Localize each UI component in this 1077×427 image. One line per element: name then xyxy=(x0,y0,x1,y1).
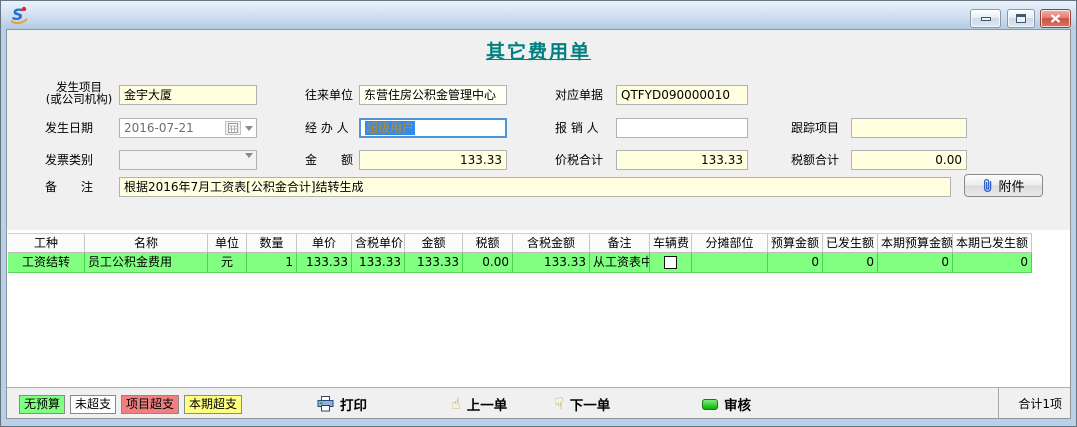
cell-vehicle-fee[interactable] xyxy=(650,253,692,272)
col-header-remark[interactable]: 备注 xyxy=(590,234,650,252)
col-header-period-incurred[interactable]: 本期已发生额 xyxy=(953,234,1032,252)
previous-document-button[interactable]: ☝ 上一单 xyxy=(451,394,507,414)
paperclip-icon xyxy=(982,178,993,193)
table-row[interactable]: 工资结转 员工公积金费用 元 1 133.33 133.33 133.33 0.… xyxy=(8,253,1032,273)
titlebar: S xyxy=(1,1,1076,29)
cell-tax[interactable]: 0.00 xyxy=(463,253,513,272)
total-with-tax-label: 价税合计 xyxy=(555,150,603,170)
print-button[interactable]: 打印 xyxy=(317,394,367,414)
attachment-button[interactable]: 附件 xyxy=(964,174,1043,197)
maximize-button[interactable] xyxy=(1007,9,1035,28)
status-legend: 无预算 未超支 项目超支 本期超支 xyxy=(19,395,242,414)
reimburser-field[interactable] xyxy=(616,118,748,138)
app-logo-icon: S xyxy=(9,5,29,25)
col-header-incurred[interactable]: 已发生额 xyxy=(823,234,878,252)
legend-not-over: 未超支 xyxy=(70,395,116,414)
cell-unit[interactable]: 元 xyxy=(208,253,247,272)
remark-field[interactable]: 根据2016年7月工资表[公积金合计]结转生成 xyxy=(119,177,951,197)
cell-name[interactable]: 员工公积金费用 xyxy=(85,253,208,272)
hand-up-icon: ☝ xyxy=(451,395,461,413)
combo-dropdown-icon[interactable] xyxy=(245,153,253,158)
col-header-budget[interactable]: 预算金额 xyxy=(768,234,823,252)
audit-button[interactable]: 审核 xyxy=(702,394,751,414)
calendar-icon[interactable] xyxy=(225,121,241,135)
footer-bar: 无预算 未超支 项目超支 本期超支 打印 ☝ 上一单 ☟ xyxy=(7,387,1070,418)
cell-job-type[interactable]: 工资结转 xyxy=(8,253,85,272)
cell-qty[interactable]: 1 xyxy=(247,253,297,272)
tax-total-label: 税额合计 xyxy=(791,150,839,170)
page-title: 其它费用单 xyxy=(7,37,1070,64)
total-count: 合计1项 xyxy=(998,388,1070,418)
table-header-row: 工种 名称 单位 数量 单价 含税单价 金额 税额 含税金额 备注 车辆费 分摊… xyxy=(8,233,1032,253)
col-header-qty[interactable]: 数量 xyxy=(247,234,297,252)
remark-label: 备 注 xyxy=(45,177,93,197)
col-header-price-with-tax[interactable]: 含税单价 xyxy=(352,234,405,252)
amount-label: 金 额 xyxy=(305,150,353,170)
date-label: 发生日期 xyxy=(45,118,93,138)
col-header-amount-with-tax[interactable]: 含税金额 xyxy=(513,234,590,252)
cell-incurred[interactable]: 0 xyxy=(823,253,878,272)
doc-no-field[interactable]: QTFYD090000010 xyxy=(616,85,748,105)
legend-period-over: 本期超支 xyxy=(184,395,242,414)
col-header-share-part[interactable]: 分摊部位 xyxy=(692,234,768,252)
invoice-type-select[interactable] xyxy=(119,150,257,170)
hand-down-icon: ☟ xyxy=(554,395,564,413)
cell-price[interactable]: 133.33 xyxy=(297,253,352,272)
printer-icon xyxy=(317,396,334,412)
minimize-icon xyxy=(981,17,991,21)
invoice-type-label: 发票类别 xyxy=(45,150,93,170)
reimburser-label: 报 销 人 xyxy=(555,118,599,138)
col-header-unit[interactable]: 单位 xyxy=(208,234,247,252)
col-header-period-budget[interactable]: 本期预算金额 xyxy=(878,234,953,252)
total-with-tax-field[interactable]: 133.33 xyxy=(616,150,748,170)
col-header-vehicle-fee[interactable]: 车辆费 xyxy=(650,234,692,252)
cell-amount[interactable]: 133.33 xyxy=(405,253,463,272)
detail-table: 工种 名称 单位 数量 单价 含税单价 金额 税额 含税金额 备注 车辆费 分摊… xyxy=(7,230,1070,387)
handler-label: 经 办 人 xyxy=(305,118,349,138)
col-header-tax[interactable]: 税额 xyxy=(463,234,513,252)
maximize-icon xyxy=(1016,14,1026,23)
project-field[interactable]: 金宇大厦 xyxy=(119,85,257,105)
selected-text: 超级用户 xyxy=(365,121,415,135)
handler-field[interactable]: 超级用户 xyxy=(359,118,507,138)
amount-field[interactable]: 133.33 xyxy=(359,150,507,170)
legend-project-over: 项目超支 xyxy=(121,395,179,414)
cell-amount-with-tax[interactable]: 133.33 xyxy=(513,253,590,272)
tracking-field[interactable] xyxy=(851,118,967,138)
window: S 其它费用单 发生项目 (或公司机构) 金宇大厦 往来单位 东营住房公积金管理… xyxy=(0,0,1077,427)
cell-budget[interactable]: 0 xyxy=(768,253,823,272)
close-button[interactable] xyxy=(1040,9,1071,28)
counterparty-label: 往来单位 xyxy=(305,85,353,105)
next-document-button[interactable]: ☟ 下一单 xyxy=(554,394,610,414)
svg-text:S: S xyxy=(12,5,24,24)
legend-no-budget: 无预算 xyxy=(19,395,65,414)
col-header-name[interactable]: 名称 xyxy=(85,234,208,252)
vehicle-fee-checkbox[interactable] xyxy=(664,256,677,269)
col-header-job-type[interactable]: 工种 xyxy=(8,234,85,252)
counterparty-field[interactable]: 东营住房公积金管理中心 xyxy=(359,85,507,105)
tax-total-field[interactable]: 0.00 xyxy=(851,150,967,170)
col-header-amount[interactable]: 金额 xyxy=(405,234,463,252)
cell-remark[interactable]: 从工资表中 xyxy=(590,253,650,272)
doc-no-label: 对应单据 xyxy=(555,85,603,105)
cell-period-incurred[interactable]: 0 xyxy=(953,253,1032,272)
cell-share-part[interactable] xyxy=(692,253,768,272)
cell-period-budget[interactable]: 0 xyxy=(878,253,953,272)
close-icon xyxy=(1050,14,1061,23)
date-picker[interactable]: 2016-07-21 xyxy=(119,118,257,138)
cell-price-with-tax[interactable]: 133.33 xyxy=(352,253,405,272)
col-header-price[interactable]: 单价 xyxy=(297,234,352,252)
minimize-button[interactable] xyxy=(970,9,1001,28)
tracking-label: 跟踪项目 xyxy=(791,118,839,138)
client-area: 其它费用单 发生项目 (或公司机构) 金宇大厦 往来单位 东营住房公积金管理中心… xyxy=(6,29,1071,419)
audit-status-icon xyxy=(702,399,718,410)
project-label: 发生项目 (或公司机构) xyxy=(37,81,121,105)
date-dropdown-icon[interactable] xyxy=(245,126,253,131)
